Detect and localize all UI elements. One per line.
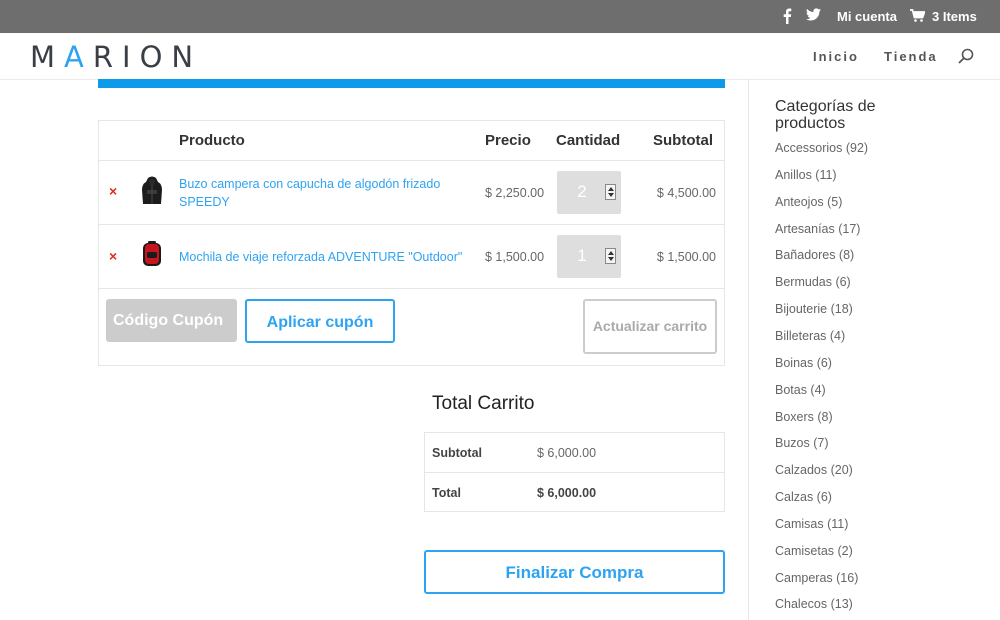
category-link[interactable]: Camisas (11) xyxy=(775,517,848,531)
category-link[interactable]: Accessorios (92) xyxy=(775,141,868,155)
category-link[interactable]: Anillos (11) xyxy=(775,168,837,182)
progress-bar xyxy=(98,79,725,88)
item-subtotal: $ 4,500.00 xyxy=(656,186,716,200)
spinner-arrows-icon[interactable] xyxy=(605,184,616,200)
apply-coupon-button[interactable]: Aplicar cupón xyxy=(245,299,395,343)
item-price: $ 2,250.00 xyxy=(485,186,545,200)
category-link[interactable]: Buzos (7) xyxy=(775,436,829,450)
sidebar-divider xyxy=(748,79,749,620)
spinner-arrows-icon[interactable] xyxy=(605,248,616,264)
remove-item-button[interactable]: × xyxy=(109,183,117,199)
checkout-button[interactable]: Finalizar Compra xyxy=(424,550,725,594)
logo-text-accent: A xyxy=(64,40,93,74)
column-header-product: Producto xyxy=(179,132,245,149)
category-link[interactable]: Bañadores (8) xyxy=(775,248,854,262)
row-divider xyxy=(99,160,724,161)
column-header-price: Precio xyxy=(485,132,531,149)
search-icon[interactable] xyxy=(958,48,974,69)
subtotal-value: $ 6,000.00 xyxy=(537,446,597,460)
coupon-code-input[interactable]: Código Cupón xyxy=(106,299,237,342)
twitter-icon[interactable] xyxy=(806,8,821,26)
remove-item-button[interactable]: × xyxy=(109,248,117,264)
site-logo[interactable]: MARION xyxy=(30,40,202,74)
item-subtotal: $ 1,500.00 xyxy=(656,250,716,264)
quantity-value[interactable]: 2 xyxy=(557,182,607,202)
cart-icon[interactable] xyxy=(910,9,926,27)
category-link[interactable]: Boxers (8) xyxy=(775,410,833,424)
category-link[interactable]: Bermudas (6) xyxy=(775,275,851,289)
column-header-subtotal: Subtotal xyxy=(653,132,713,149)
item-price: $ 1,500.00 xyxy=(485,250,545,264)
top-bar: Mi cuenta 3 Items xyxy=(0,0,1000,33)
total-label: Total xyxy=(432,486,461,500)
row-divider xyxy=(99,288,724,289)
quantity-stepper[interactable]: 2 xyxy=(557,171,621,214)
category-link[interactable]: Boinas (6) xyxy=(775,356,832,370)
row-divider xyxy=(99,224,724,225)
facebook-icon[interactable] xyxy=(782,8,792,29)
my-account-link[interactable]: Mi cuenta xyxy=(837,9,897,24)
product-thumbnail[interactable] xyxy=(140,240,164,270)
quantity-value[interactable]: 1 xyxy=(557,246,607,266)
quantity-stepper[interactable]: 1 xyxy=(557,235,621,278)
category-link[interactable]: Botas (4) xyxy=(775,383,826,397)
site-header: MARION Inicio Tienda xyxy=(0,33,1000,79)
category-link[interactable]: Bijouterie (18) xyxy=(775,302,853,316)
product-thumbnail[interactable] xyxy=(140,176,164,206)
logo-text-end: RION xyxy=(92,40,203,74)
product-name-link[interactable]: Mochila de viaje reforzada ADVENTURE "Ou… xyxy=(179,248,469,266)
category-link[interactable]: Camperas (16) xyxy=(775,571,858,585)
nav-inicio[interactable]: Inicio xyxy=(813,49,859,64)
nav-tienda[interactable]: Tienda xyxy=(884,49,938,64)
cart-totals-table xyxy=(424,432,725,512)
category-link[interactable]: Billeteras (4) xyxy=(775,329,845,343)
category-link[interactable]: Artesanías (17) xyxy=(775,222,860,236)
product-name-link[interactable]: Buzo campera con capucha de algodón friz… xyxy=(179,175,469,211)
total-value: $ 6,000.00 xyxy=(537,486,597,500)
column-header-quantity: Cantidad xyxy=(556,132,621,149)
category-link[interactable]: Chalecos (13) xyxy=(775,597,853,611)
update-cart-button[interactable]: Actualizar carrito xyxy=(583,299,717,354)
cart-items-link[interactable]: 3 Items xyxy=(932,9,977,24)
subtotal-label: Subtotal xyxy=(432,446,482,460)
category-link[interactable]: Calzas (6) xyxy=(775,490,832,504)
logo-text-start: M xyxy=(30,40,65,74)
category-link[interactable]: Calzados (20) xyxy=(775,463,853,477)
category-link[interactable]: Anteojos (5) xyxy=(775,195,842,209)
cart-totals-title: Total Carrito xyxy=(432,393,535,414)
sidebar-title: Categorías de productos xyxy=(775,98,876,132)
category-link[interactable]: Camisetas (2) xyxy=(775,544,853,558)
